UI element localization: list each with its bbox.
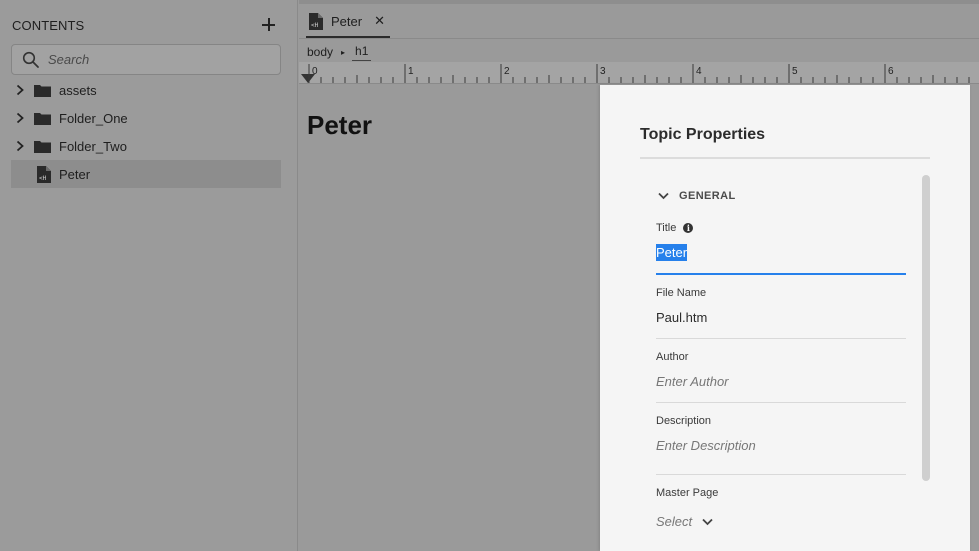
- ruler-number: 0: [312, 66, 318, 77]
- tree-item-assets[interactable]: assets: [11, 76, 281, 104]
- filename-input[interactable]: Paul.htm: [656, 310, 906, 329]
- tree-item-label: Folder_One: [59, 110, 128, 126]
- title-input[interactable]: Peter: [656, 244, 906, 264]
- chevron-down-icon: [656, 189, 670, 203]
- sidebar-header: CONTENTS: [12, 16, 278, 34]
- search-box[interactable]: [11, 44, 281, 75]
- chevron-right-icon[interactable]: [13, 83, 27, 97]
- section-general-toggle[interactable]: GENERAL: [656, 189, 736, 203]
- breadcrumb: body ▸ h1: [307, 42, 372, 62]
- title-field: Title i Peter: [656, 222, 906, 275]
- description-input-underline: [656, 474, 906, 475]
- masterpage-field: Master Page Select: [656, 487, 906, 531]
- info-icon[interactable]: i: [683, 223, 694, 233]
- html-file-icon: <H: [309, 12, 323, 30]
- masterpage-select[interactable]: Select: [656, 512, 906, 531]
- title-label-text: Title: [656, 222, 677, 234]
- ruler-number: 1: [408, 66, 414, 77]
- topic-properties-panel: Topic Properties GENERAL Title i Peter F…: [600, 85, 970, 551]
- search-icon: [22, 51, 40, 69]
- chevron-right-icon[interactable]: [13, 139, 27, 153]
- document-heading[interactable]: Peter: [307, 110, 372, 141]
- horizontal-ruler: 0 1 2 3 4 5 6: [299, 62, 979, 84]
- panel-title: Topic Properties: [640, 126, 766, 143]
- ruler-number: 5: [792, 66, 798, 77]
- tree-item-folder-two[interactable]: Folder_Two: [11, 132, 281, 160]
- ruler-number: 3: [600, 66, 606, 77]
- masterpage-value: Select: [656, 514, 693, 529]
- contents-sidebar: CONTENTS assets Folder_One: [0, 0, 298, 551]
- author-field: Author Enter Author: [656, 351, 906, 403]
- description-field: Description Enter Description: [656, 415, 906, 475]
- title-value: Peter: [656, 244, 688, 261]
- sidebar-title: CONTENTS: [12, 17, 85, 33]
- chevron-down-icon: [702, 518, 713, 526]
- content-tree: assets Folder_One Folder_Two <H Peter: [11, 76, 281, 188]
- close-icon[interactable]: ✕: [374, 13, 385, 29]
- search-input[interactable]: [48, 52, 268, 67]
- panel-divider: [640, 157, 930, 159]
- panel-scrollbar[interactable]: [922, 175, 930, 481]
- description-label: Description: [656, 415, 712, 427]
- ruler-number: 4: [696, 66, 702, 77]
- description-input[interactable]: Enter Description: [656, 438, 906, 457]
- tree-item-label: Folder_Two: [59, 138, 127, 154]
- tab-peter[interactable]: <H Peter ✕: [306, 6, 390, 38]
- ruler-number: 2: [504, 66, 510, 77]
- top-border: [299, 0, 979, 4]
- masterpage-label: Master Page: [656, 487, 719, 499]
- folder-icon: [34, 140, 51, 153]
- title-label: Title i: [656, 222, 906, 234]
- add-icon[interactable]: [260, 16, 278, 34]
- author-label: Author: [656, 351, 689, 363]
- ruler-number: 6: [888, 66, 894, 77]
- html-file-icon: <H: [37, 165, 51, 183]
- svg-text:<H: <H: [311, 22, 319, 29]
- author-input-underline: [656, 402, 906, 403]
- svg-text:<H: <H: [39, 175, 47, 182]
- title-input-underline: [656, 273, 906, 275]
- tree-item-label: Peter: [59, 166, 91, 182]
- tree-item-peter[interactable]: <H Peter: [11, 160, 281, 188]
- chevron-right-icon[interactable]: [13, 111, 27, 125]
- tree-item-label: assets: [59, 82, 97, 98]
- filename-label: File Name: [656, 287, 707, 299]
- folder-icon: [34, 84, 51, 97]
- filename-input-underline: [656, 338, 906, 339]
- section-label: GENERAL: [679, 190, 736, 202]
- tabbar-divider: [299, 38, 979, 39]
- author-input[interactable]: Enter Author: [656, 374, 906, 393]
- breadcrumb-item-h1[interactable]: h1: [352, 44, 372, 61]
- tab-label: Peter: [331, 13, 363, 29]
- breadcrumb-item-body[interactable]: body: [307, 45, 333, 59]
- filename-field: File Name Paul.htm: [656, 287, 906, 339]
- folder-icon: [34, 112, 51, 125]
- breadcrumb-separator: ▸: [341, 47, 346, 57]
- tree-item-folder-one[interactable]: Folder_One: [11, 104, 281, 132]
